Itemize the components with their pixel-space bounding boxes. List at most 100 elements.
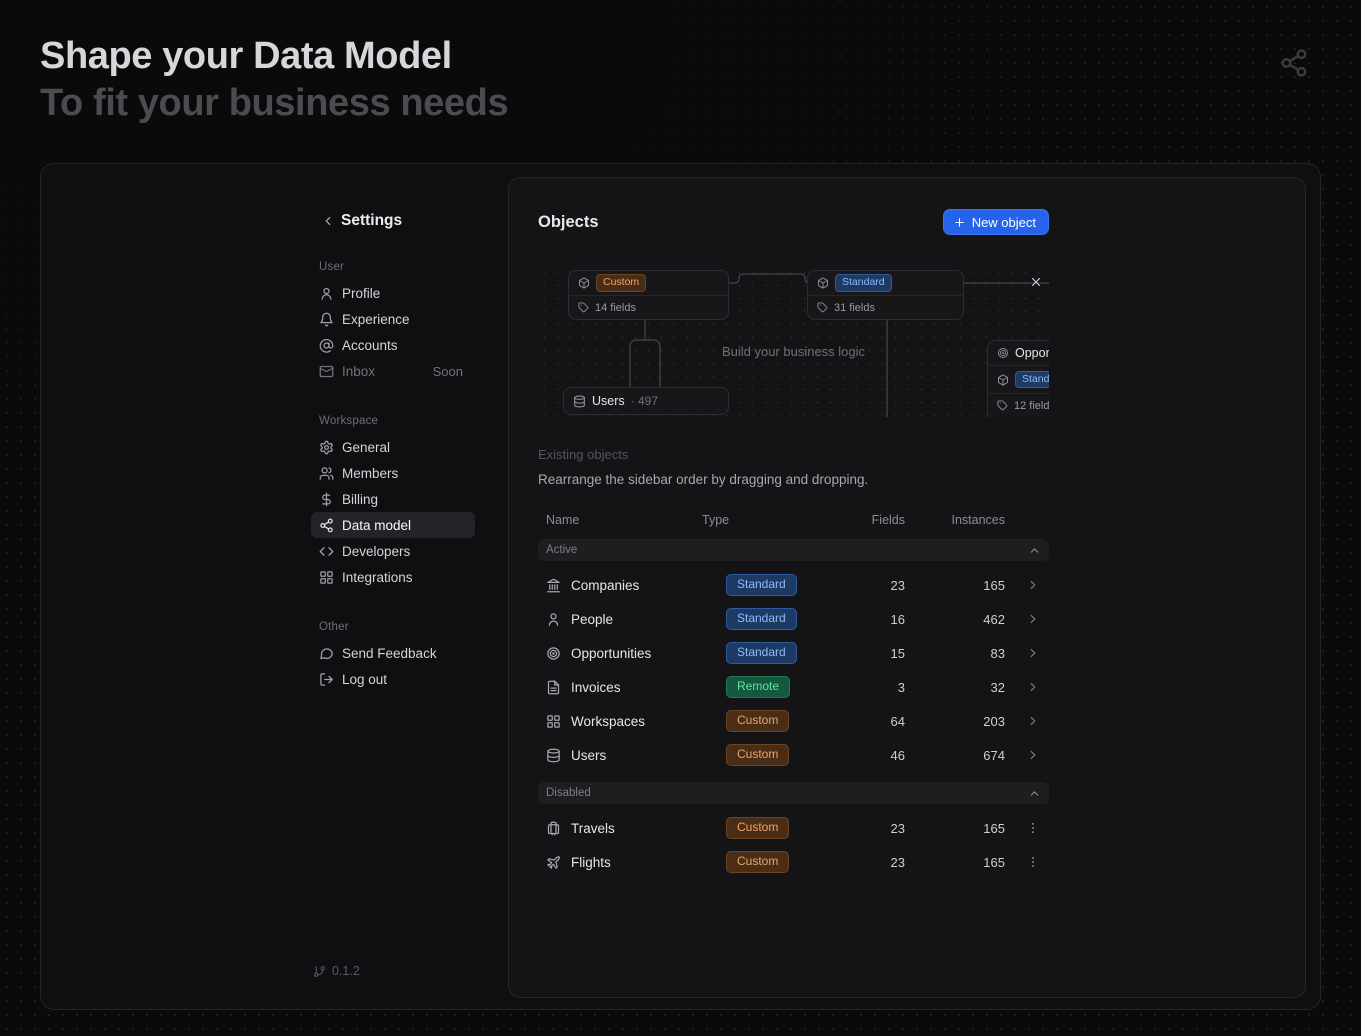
sidebar-item-experience[interactable]: Experience [311, 306, 475, 332]
members-icon [319, 466, 334, 481]
sidebar-item-label: Experience [342, 312, 410, 327]
object-row-travels[interactable]: TravelsCustom23165 [538, 811, 1049, 845]
object-row-companies[interactable]: CompaniesStandard23165 [538, 568, 1049, 602]
canvas-node-opportunities[interactable]: Opportunities Standard 12 fields [987, 340, 1049, 417]
sidebar-item-integrations[interactable]: Integrations [311, 564, 475, 590]
row-menu-icon[interactable] [1026, 855, 1040, 869]
object-name: Workspaces [571, 714, 645, 729]
nav-section: Other Send Feedback Log out [311, 618, 475, 692]
target-icon [546, 646, 561, 661]
instances-count: 674 [905, 748, 1005, 763]
new-object-label: New object [972, 215, 1036, 230]
fields-count: 64 [845, 714, 905, 729]
column-fields: Fields [845, 513, 905, 527]
object-row-users[interactable]: UsersCustom46674 [538, 738, 1049, 772]
nav-section: User Profile Experience Accounts InboxSoon [311, 258, 475, 384]
sidebar-item-label: Inbox [342, 364, 375, 379]
box-icon [997, 374, 1009, 386]
chevron-right-icon[interactable] [1026, 748, 1040, 762]
database-icon [546, 748, 561, 763]
canvas-node-users[interactable]: Users · 497 [563, 387, 729, 415]
chat-icon [319, 646, 334, 661]
objects-panel: Objects New object Build your business l… [508, 177, 1306, 998]
nav-section-label: Other [311, 618, 475, 636]
fields-count: 16 [845, 612, 905, 627]
data-model-canvas[interactable]: Build your business logic Custom 14 fiel… [538, 266, 1049, 417]
sidebar-item-general[interactable]: General [311, 434, 475, 460]
version-label: 0.1.2 [332, 964, 360, 978]
user-icon [319, 286, 334, 301]
sidebar-item-accounts[interactable]: Accounts [311, 332, 475, 358]
sidebar-item-profile[interactable]: Profile [311, 280, 475, 306]
app-version: 0.1.2 [313, 964, 360, 978]
sidebar-item-log-out[interactable]: Log out [311, 666, 475, 692]
group-label: Active [546, 544, 577, 556]
sidebar-item-developers[interactable]: Developers [311, 538, 475, 564]
sidebar-item-members[interactable]: Members [311, 460, 475, 486]
settings-back-button[interactable]: Settings [311, 208, 475, 234]
type-badge: Standard [726, 608, 797, 630]
dollar-icon [319, 492, 334, 507]
tag-icon [997, 400, 1008, 411]
hero-title: Shape your Data Model [40, 34, 508, 79]
object-row-people[interactable]: People Standard 16462 [538, 602, 1049, 636]
chevron-right-icon[interactable] [1026, 612, 1040, 626]
sidebar-item-billing[interactable]: Billing [311, 486, 475, 512]
node-count: · 497 [631, 394, 658, 408]
data-model-logo-icon [1279, 48, 1309, 78]
sidebar-item-data-model[interactable]: Data model [311, 512, 475, 538]
object-name: People [571, 612, 613, 627]
box-icon [817, 277, 829, 289]
instances-count: 165 [905, 578, 1005, 593]
bell-icon [319, 312, 334, 327]
data-model-icon [319, 518, 334, 533]
instances-count: 32 [905, 680, 1005, 695]
objects-table: Active CompaniesStandard23165 People Standa… [538, 539, 1049, 879]
existing-objects-title: Existing objects [538, 447, 1049, 463]
sidebar-item-label: Developers [342, 544, 410, 559]
fields-count: 12 fields [1014, 400, 1049, 412]
chevron-right-icon[interactable] [1026, 646, 1040, 660]
person-icon [546, 612, 561, 627]
object-row-workspaces[interactable]: WorkspacesCustom64203 [538, 704, 1049, 738]
type-badge: Standard [835, 274, 892, 292]
chevron-right-icon[interactable] [1026, 578, 1040, 592]
object-name: Flights [571, 855, 611, 870]
column-instances: Instances [905, 513, 1005, 527]
row-menu-icon[interactable] [1026, 821, 1040, 835]
object-row-flights[interactable]: Flights Custom 23165 [538, 845, 1049, 879]
instances-count: 165 [905, 855, 1005, 870]
sidebar-item-send-feedback[interactable]: Send Feedback [311, 640, 475, 666]
tag-icon [578, 302, 589, 313]
nav-section: Workspace GeneralMembersBillingData model… [311, 412, 475, 590]
sidebar-item-label: Send Feedback [342, 646, 437, 661]
instances-count: 462 [905, 612, 1005, 627]
group-header-active[interactable]: Active [538, 539, 1049, 561]
canvas-caption: Build your business logic [538, 344, 1049, 359]
tag-icon [817, 302, 828, 313]
nav-section-label: Workspace [311, 412, 475, 430]
sidebar-item-label: Accounts [342, 338, 398, 353]
type-badge: Custom [726, 744, 789, 766]
blocks-icon [319, 570, 334, 585]
chevron-right-icon[interactable] [1026, 680, 1040, 694]
fields-count: 31 fields [834, 302, 875, 314]
new-object-button[interactable]: New object [943, 209, 1049, 235]
fields-count: 23 [845, 855, 905, 870]
canvas-node-standard[interactable]: Standard 31 fields [807, 270, 964, 320]
type-badge: Custom [726, 851, 789, 873]
object-row-invoices[interactable]: InvoicesRemote332 [538, 670, 1049, 704]
object-name: Travels [571, 821, 615, 836]
canvas-node-custom[interactable]: Custom 14 fields [568, 270, 729, 320]
building-icon [546, 578, 561, 593]
group-header-disabled[interactable]: Disabled [538, 782, 1049, 804]
type-badge: Standard [726, 574, 797, 596]
column-name: Name [538, 513, 702, 527]
object-name: Users [571, 748, 606, 763]
object-row-opportunities[interactable]: OpportunitiesStandard1583 [538, 636, 1049, 670]
nav-section-label: User [311, 258, 475, 276]
close-icon[interactable] [1029, 275, 1043, 289]
sidebar-item-inbox[interactable]: InboxSoon [311, 358, 475, 384]
chevron-right-icon[interactable] [1026, 714, 1040, 728]
sidebar-item-label: Integrations [342, 570, 413, 585]
